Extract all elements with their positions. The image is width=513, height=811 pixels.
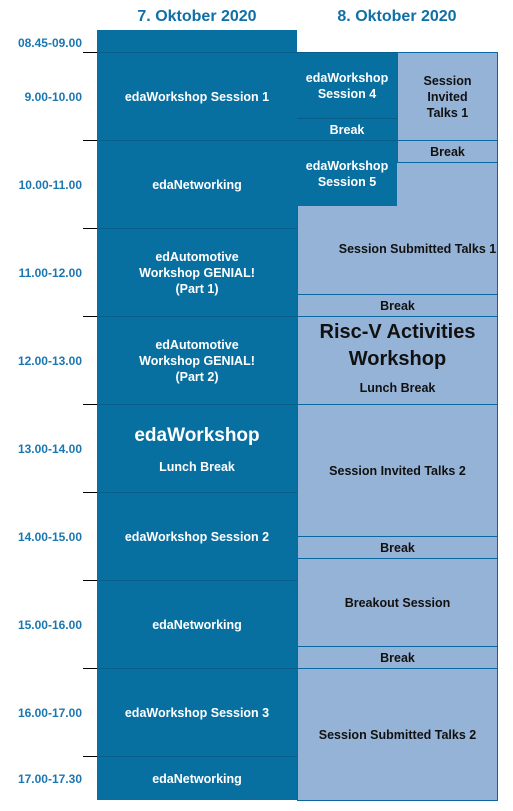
time-label: 08.45-09.00 xyxy=(17,36,82,50)
hour-tick xyxy=(83,404,97,405)
day2-riscv-lunch: Lunch Break xyxy=(359,381,436,395)
time-label: 13.00-14.00 xyxy=(17,442,82,456)
day-header-1: 7. Oktober 2020 xyxy=(137,8,257,25)
hour-tick xyxy=(83,140,97,141)
hour-tick xyxy=(83,228,97,229)
time-label: 17.00-17.30 xyxy=(17,772,82,786)
day-header-2: 8. Oktober 2020 xyxy=(337,8,457,25)
day2-submitted-2[interactable]: Session Submitted Talks 2 xyxy=(297,668,498,801)
day2-break-b[interactable]: Break xyxy=(397,140,498,163)
day2-breakout[interactable]: Breakout Session xyxy=(297,558,498,647)
hour-tick xyxy=(83,580,97,581)
time-label: 16.00-17.00 xyxy=(17,706,82,720)
day1-networking-1[interactable]: edaNetworking xyxy=(97,140,297,228)
hour-tick xyxy=(83,52,97,53)
day2-session-4[interactable]: edaWorkshop Session 4 xyxy=(297,52,397,118)
time-label: 10.00-11.00 xyxy=(18,178,82,192)
day1-session-2[interactable]: edaWorkshop Session 2 xyxy=(97,492,297,580)
day1-lunch-label: Lunch Break xyxy=(159,459,235,474)
day2-invited-2[interactable]: Session Invited Talks 2 xyxy=(297,404,498,537)
day1-automotive-part2[interactable]: edAutomotive Workshop GENIAL! (Part 2) xyxy=(97,316,297,404)
time-label: 12.00-13.00 xyxy=(17,354,82,368)
day1-automotive-part1[interactable]: edAutomotive Workshop GENIAL! (Part 1) xyxy=(97,228,297,316)
day2-invited-1[interactable]: Session Invited Talks 1 xyxy=(397,52,498,141)
day1-session-3[interactable]: edaWorkshop Session 3 xyxy=(97,668,297,756)
day2-break-c[interactable]: Break xyxy=(297,294,498,317)
time-label: 11.00-12.00 xyxy=(18,266,82,280)
hour-tick xyxy=(83,668,97,669)
time-label: 9.00-10.00 xyxy=(24,90,82,104)
hour-tick xyxy=(83,756,97,757)
day2-break-a[interactable]: Break xyxy=(297,118,397,140)
day2-riscv-title: Risc-V Activities Workshop xyxy=(319,321,476,370)
day1-lunch-title: edaWorkshop xyxy=(134,424,260,446)
day2-riscv[interactable]: Risc-V Activities Workshop Lunch Break xyxy=(297,316,498,405)
time-label: 14.00-15.00 xyxy=(17,530,82,544)
hour-tick xyxy=(83,316,97,317)
day2-break-d[interactable]: Break xyxy=(297,536,498,559)
day1-session-1[interactable]: edaWorkshop Session 1 xyxy=(97,52,297,140)
day1-slot-0845 xyxy=(97,30,297,52)
day1-networking-2[interactable]: edaNetworking xyxy=(97,580,297,668)
day2-session-5[interactable]: edaWorkshop Session 5 xyxy=(297,140,397,206)
day1-networking-3[interactable]: edaNetworking xyxy=(97,756,297,800)
time-label: 15.00-16.00 xyxy=(17,618,82,632)
day1-lunch[interactable]: edaWorkshop Lunch Break xyxy=(97,404,297,492)
day2-break-e[interactable]: Break xyxy=(297,646,498,669)
hour-tick xyxy=(83,492,97,493)
